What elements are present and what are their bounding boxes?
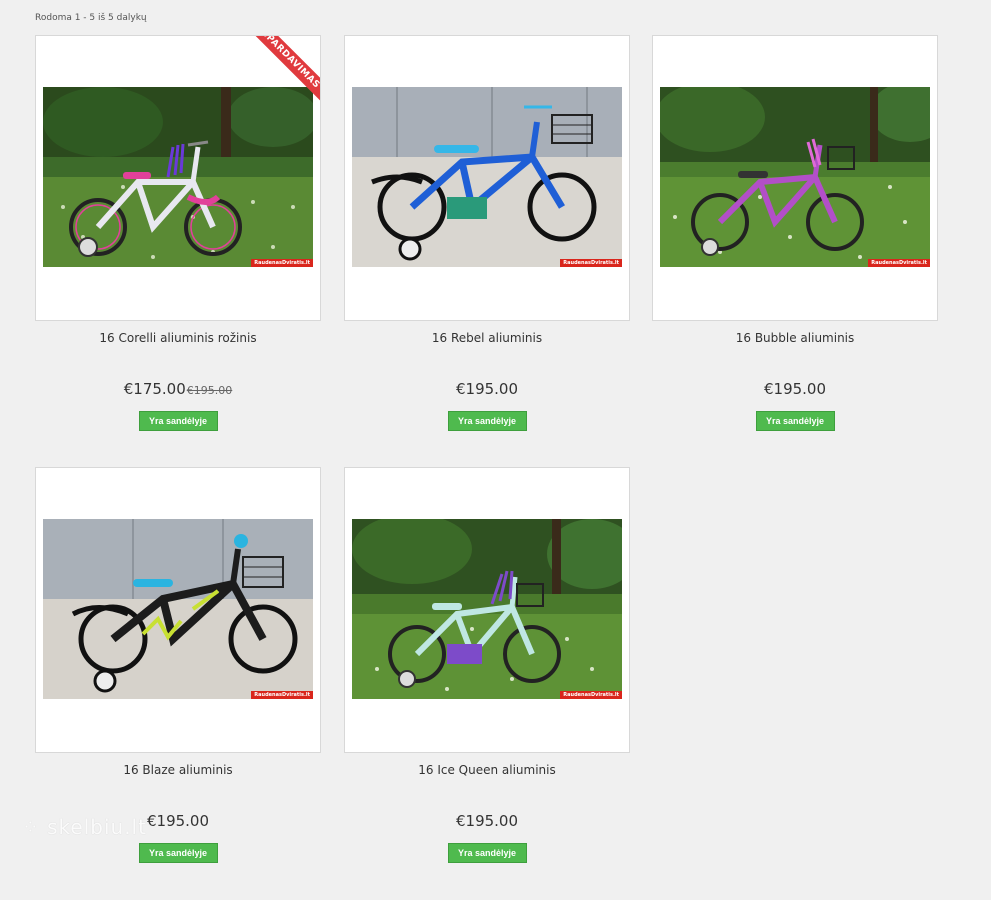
price-row: €195.00 — [344, 811, 630, 831]
photo-watermark: RaudenasDviratis.lt — [251, 691, 313, 699]
watermark-logo: ⁘ skelbiu.lt — [22, 815, 147, 839]
product-image-link[interactable]: RaudenasDviratis.lt IŠPARDAVIMAS — [35, 35, 321, 321]
product-photo: RaudenasDviratis.lt — [352, 519, 622, 699]
photo-watermark: RaudenasDviratis.lt — [251, 259, 313, 267]
in-stock-badge: Yra sandėlyje — [755, 411, 835, 431]
product-image-link[interactable]: RaudenasDviratis.lt — [344, 467, 630, 753]
results-count: Rodoma 1 - 5 iš 5 dalykų — [35, 13, 147, 23]
product-title-link[interactable]: 16 Corelli aliuminis rožinis — [99, 331, 256, 345]
in-stock-badge: Yra sandėlyje — [447, 411, 527, 431]
dots-icon: ⁘ — [22, 815, 48, 839]
product-title-link[interactable]: 16 Rebel aliuminis — [432, 331, 542, 345]
product-title-link[interactable]: 16 Bubble aliuminis — [736, 331, 855, 345]
product-title: 16 Corelli aliuminis rožinis — [35, 331, 321, 345]
photo-watermark: RaudenasDviratis.lt — [560, 691, 622, 699]
product-card: RaudenasDviratis.lt 16 Blaze aliuminis €… — [35, 467, 321, 863]
product-image-link[interactable]: RaudenasDviratis.lt — [652, 35, 938, 321]
photo-watermark: RaudenasDviratis.lt — [560, 259, 622, 267]
product-image-link[interactable]: RaudenasDviratis.lt — [35, 467, 321, 753]
price-row: €195.00 — [652, 379, 938, 399]
product-title: 16 Blaze aliuminis — [35, 763, 321, 777]
product-title-link[interactable]: 16 Blaze aliuminis — [123, 763, 232, 777]
photo-watermark: RaudenasDviratis.lt — [868, 259, 930, 267]
in-stock-badge: Yra sandėlyje — [447, 843, 527, 863]
product-card: RaudenasDviratis.lt 16 Ice Queen aliumin… — [344, 467, 630, 863]
old-price: €195.00 — [186, 384, 233, 397]
product-title: 16 Bubble aliuminis — [652, 331, 938, 345]
price-row: €195.00 — [344, 379, 630, 399]
price-row: €175.00€195.00 — [35, 379, 321, 399]
product-photo: RaudenasDviratis.lt — [352, 87, 622, 267]
price: €195.00 — [455, 812, 519, 830]
product-title: 16 Rebel aliuminis — [344, 331, 630, 345]
product-photo: RaudenasDviratis.lt — [660, 87, 930, 267]
product-photo: RaudenasDviratis.lt — [43, 87, 313, 267]
product-photo: RaudenasDviratis.lt — [43, 519, 313, 699]
in-stock-badge: Yra sandėlyje — [138, 411, 218, 431]
price: €195.00 — [455, 380, 519, 398]
in-stock-badge: Yra sandėlyje — [138, 843, 218, 863]
price: €195.00 — [146, 812, 210, 830]
product-card: RaudenasDviratis.lt 16 Rebel aliuminis €… — [344, 35, 630, 431]
product-title-link[interactable]: 16 Ice Queen aliuminis — [418, 763, 556, 777]
price: €175.00 — [123, 380, 186, 398]
price: €195.00 — [763, 380, 827, 398]
product-card: RaudenasDviratis.lt IŠPARDAVIMAS 16 Core… — [35, 35, 321, 431]
product-card: RaudenasDviratis.lt 16 Bubble aliuminis … — [652, 35, 938, 431]
product-title: 16 Ice Queen aliuminis — [344, 763, 630, 777]
product-image-link[interactable]: RaudenasDviratis.lt — [344, 35, 630, 321]
